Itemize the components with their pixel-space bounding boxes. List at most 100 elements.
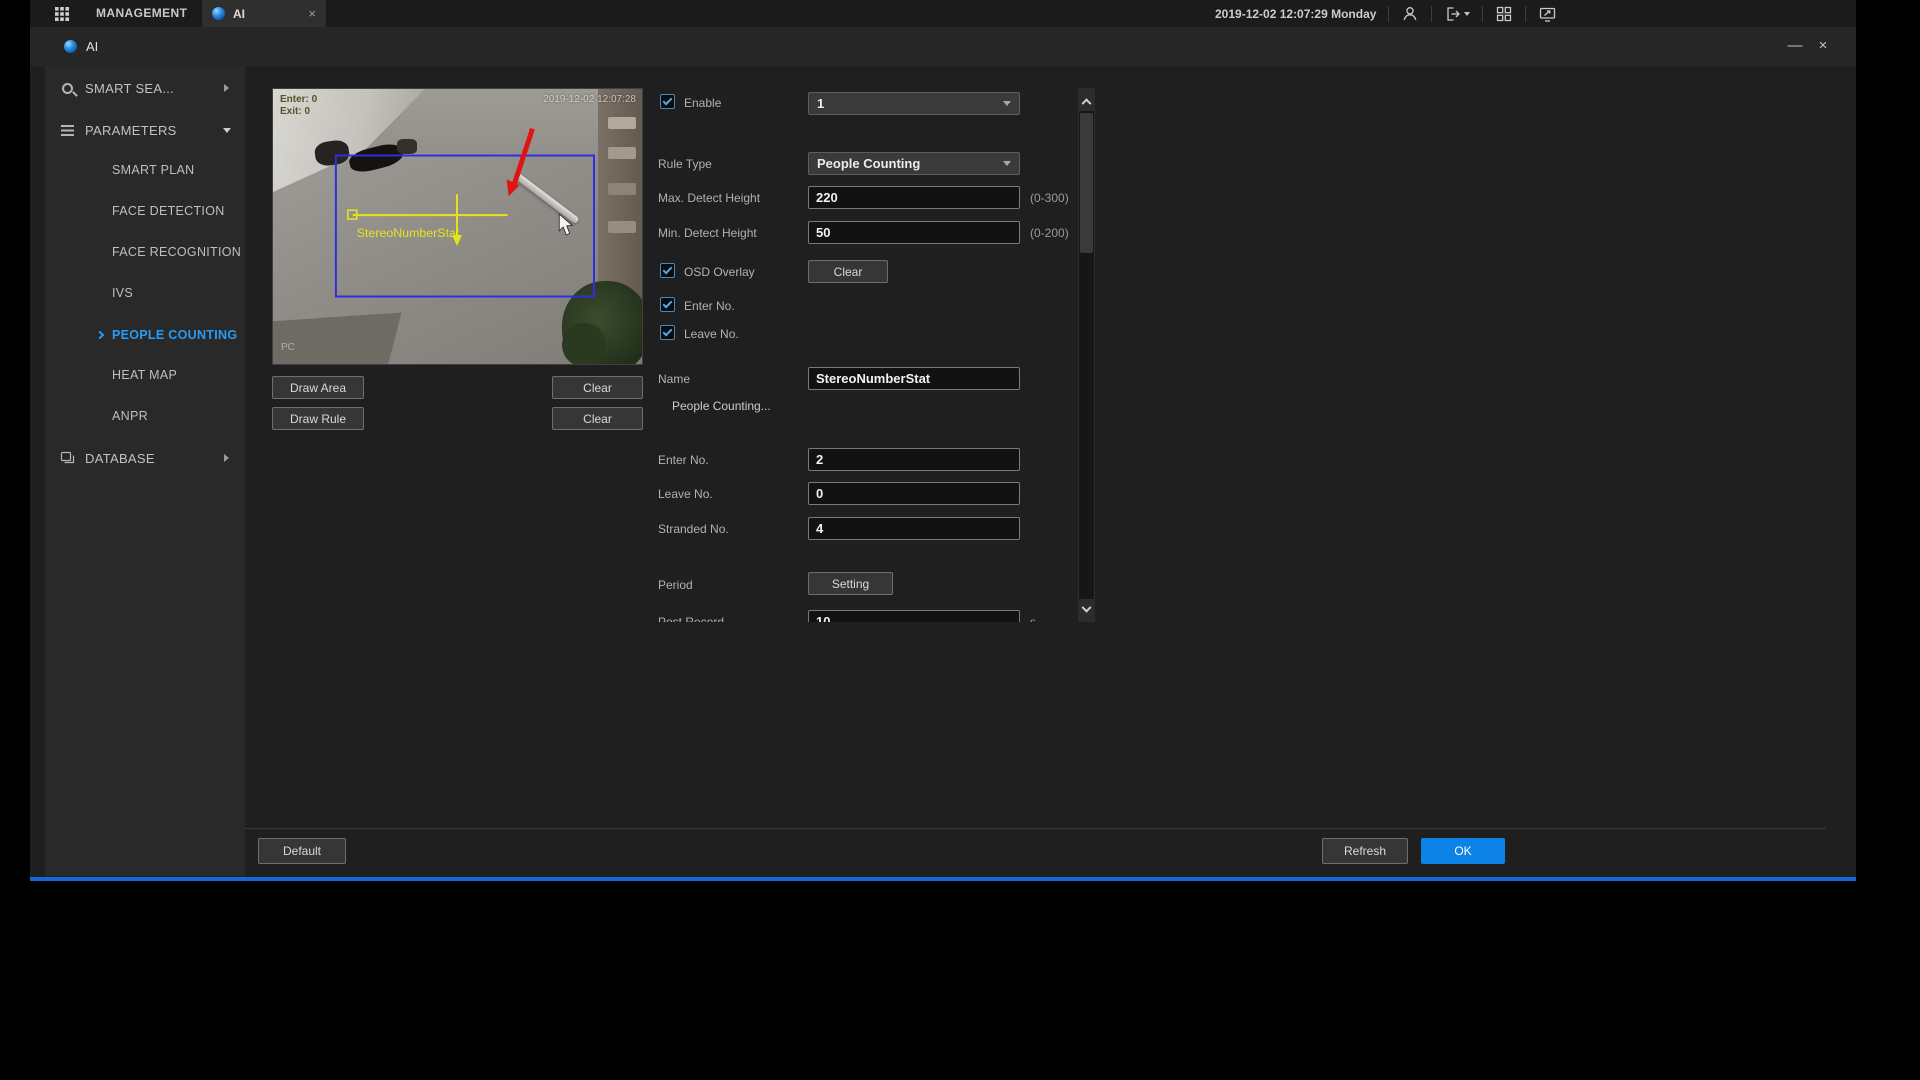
default-button[interactable]: Default (258, 838, 346, 864)
sidebar-item-heat-map[interactable]: HEAT MAP (45, 361, 245, 389)
stranded-count-label: Stranded No. (658, 522, 729, 536)
people-counting-section-label: People Counting... (672, 399, 771, 413)
separator (1431, 6, 1432, 22)
osd-overlay-label: OSD Overlay (684, 265, 755, 279)
search-icon (58, 79, 76, 97)
osd-clear-button[interactable]: Clear (808, 260, 888, 283)
enter-count-label: Enter No. (658, 453, 709, 467)
scrollbar-thumb[interactable] (1080, 113, 1093, 253)
window-titlebar: AI — × (30, 27, 1856, 66)
post-record-label: Post Record (658, 615, 724, 622)
min-detect-height-input[interactable] (808, 221, 1020, 244)
sidebar: SMART SEA... PARAMETERS SMART PLAN FACE … (45, 66, 245, 876)
user-icon[interactable] (1401, 5, 1419, 23)
channel-dropdown[interactable]: 1 (808, 92, 1020, 115)
chevron-down-icon (1082, 602, 1092, 612)
leave-no-checkbox-label: Leave No. (684, 327, 739, 341)
sidebar-item-face-detection[interactable]: FACE DETECTION (45, 197, 245, 225)
minimize-button[interactable]: — (1782, 27, 1808, 66)
rule-overlay: StereoNumberStat (273, 89, 642, 364)
scroll-up-button[interactable] (1079, 89, 1094, 111)
chevron-right-icon (224, 84, 229, 92)
window-title: AI (86, 27, 98, 66)
close-button[interactable]: × (1810, 27, 1836, 66)
camera-preview[interactable]: Enter: 0 Exit: 0 2019-12-02 12:07:28 PC … (272, 88, 643, 365)
draw-area-button[interactable]: Draw Area (272, 376, 364, 399)
chevron-down-icon (223, 128, 231, 133)
name-label: Name (658, 372, 690, 386)
tab-ai[interactable]: AI × (202, 0, 326, 27)
separator (1482, 6, 1483, 22)
sidebar-item-smart-plan[interactable]: SMART PLAN (45, 156, 245, 184)
ai-window: AI — × SMART SEA... PARAMETERS SMART PLA… (30, 27, 1856, 881)
name-input[interactable] (808, 367, 1020, 390)
sidebar-item-smart-search[interactable]: SMART SEA... (45, 74, 245, 102)
draw-rule-button[interactable]: Draw Rule (272, 407, 364, 430)
leave-no-checkbox[interactable] (660, 325, 675, 340)
enter-count-input[interactable] (808, 448, 1020, 471)
checkmark-icon (663, 265, 673, 275)
management-menu[interactable]: MANAGEMENT (96, 0, 187, 27)
ok-button[interactable]: OK (1421, 838, 1505, 864)
stranded-count-input[interactable] (808, 517, 1020, 540)
checkmark-icon (663, 299, 673, 309)
rule-type-dropdown[interactable]: People Counting (808, 152, 1020, 175)
list-icon (58, 121, 76, 139)
leave-count-input[interactable] (808, 482, 1020, 505)
chevron-down-icon (1003, 161, 1011, 166)
database-icon (58, 449, 76, 467)
enable-label: Enable (684, 96, 721, 110)
screen-layout-icon[interactable] (1495, 5, 1513, 23)
clear-rule-button[interactable]: Clear (552, 407, 643, 430)
clear-area-button[interactable]: Clear (552, 376, 643, 399)
rule-name-overlay: StereoNumberStat (357, 226, 460, 240)
enter-no-checkbox-label: Enter No. (684, 299, 735, 313)
enable-checkbox[interactable] (660, 94, 675, 109)
enter-no-checkbox[interactable] (660, 297, 675, 312)
logout-icon[interactable] (1444, 5, 1470, 23)
max-detect-height-label: Max. Detect Height (658, 191, 760, 205)
min-detect-range-hint: (0-200) (1030, 226, 1069, 240)
chevron-right-icon (224, 454, 229, 462)
sidebar-item-ivs[interactable]: IVS (45, 279, 245, 307)
sidebar-item-people-counting[interactable]: PEOPLE COUNTING (45, 321, 245, 349)
caret-down-icon (1464, 12, 1470, 16)
max-detect-height-input[interactable] (808, 186, 1020, 209)
separator (1388, 6, 1389, 22)
osd-overlay-checkbox[interactable] (660, 263, 675, 278)
ai-globe-icon (212, 7, 225, 20)
checkmark-icon (663, 327, 673, 337)
taskbar: MANAGEMENT AI × 2019-12-02 12:07:29 Mond… (30, 0, 1856, 27)
screen: MANAGEMENT AI × 2019-12-02 12:07:29 Mond… (0, 0, 1920, 1080)
tab-close-icon[interactable]: × (308, 6, 316, 21)
direction-arrowhead (452, 235, 462, 246)
sidebar-item-database[interactable]: DATABASE (45, 444, 245, 472)
min-detect-height-label: Min. Detect Height (658, 226, 757, 240)
sidebar-item-parameters[interactable]: PARAMETERS (45, 116, 245, 144)
settings-form: Enable 1 Rule Type People Counting Max. … (650, 88, 1078, 622)
leave-count-label: Leave No. (658, 487, 713, 501)
refresh-button[interactable]: Refresh (1322, 838, 1408, 864)
chevron-up-icon (1082, 98, 1092, 108)
system-datetime: 2019-12-02 12:07:29 Monday (1215, 7, 1376, 21)
monitor-icon[interactable] (1538, 5, 1557, 23)
separator (1525, 6, 1526, 22)
period-setting-button[interactable]: Setting (808, 572, 893, 595)
rule-type-label: Rule Type (658, 157, 712, 171)
chevron-down-icon (1003, 101, 1011, 106)
checkmark-icon (663, 96, 673, 106)
post-record-unit: s (1030, 615, 1036, 622)
post-record-input[interactable] (808, 610, 1020, 622)
selected-item-arrow-icon (96, 331, 104, 339)
mouse-cursor (559, 214, 572, 235)
taskbar-right: 2019-12-02 12:07:29 Monday (1215, 0, 1557, 27)
sidebar-item-face-recognition[interactable]: FACE RECOGNITION (45, 238, 245, 266)
window-body: SMART SEA... PARAMETERS SMART PLAN FACE … (30, 66, 1856, 876)
sidebar-item-anpr[interactable]: ANPR (45, 402, 245, 430)
form-scrollbar[interactable] (1078, 88, 1095, 622)
window-bottom-accent (30, 877, 1856, 881)
scroll-down-button[interactable] (1079, 599, 1094, 621)
footer-divider (245, 828, 1826, 829)
tab-ai-label: AI (233, 7, 300, 21)
apps-grid-icon[interactable] (54, 6, 70, 22)
